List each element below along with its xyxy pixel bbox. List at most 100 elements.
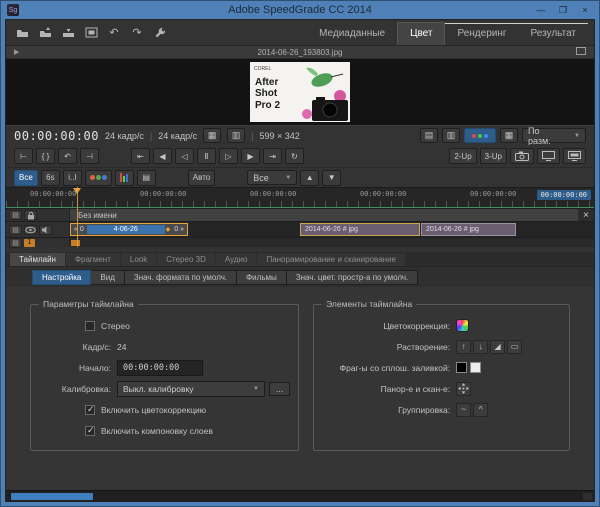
- close-timeline-icon[interactable]: ×: [578, 209, 594, 221]
- play-reverse-button[interactable]: ◁: [175, 148, 194, 164]
- scopes-button[interactable]: ▦: [500, 128, 518, 143]
- tab-color[interactable]: Цвет: [397, 22, 445, 45]
- play-button[interactable]: ▷: [219, 148, 238, 164]
- visibility-eye-icon[interactable]: [24, 225, 37, 235]
- subtab-view[interactable]: Вид: [90, 270, 124, 285]
- viewer-collapse-icon[interactable]: ▶: [14, 48, 19, 56]
- six-seconds-button[interactable]: 6s: [41, 170, 60, 186]
- save-project-icon[interactable]: [35, 24, 55, 42]
- scrollbar-thumb[interactable]: [11, 493, 93, 500]
- pause-button[interactable]: Ⅱ: [197, 148, 216, 164]
- track-up-button[interactable]: ▲: [300, 170, 319, 186]
- tab-pan-scan[interactable]: Панорамирование и сканирование: [257, 253, 405, 266]
- tab-result[interactable]: Результат: [519, 23, 588, 45]
- track-down-button[interactable]: ▼: [322, 170, 341, 186]
- clip-in-handle[interactable]: « 0: [71, 226, 87, 233]
- marker-track-area[interactable]: [70, 238, 594, 247]
- open-project-icon[interactable]: [12, 24, 32, 42]
- mark-out-button[interactable]: ⊣: [80, 148, 99, 164]
- reset-range-button[interactable]: ↶: [58, 148, 77, 164]
- rgb-channels-button[interactable]: [464, 128, 496, 143]
- viewer-canvas[interactable]: COREL After Shot Pro 2: [6, 59, 594, 125]
- color-correction-icon[interactable]: [456, 319, 469, 332]
- horizontal-scrollbar[interactable]: [6, 490, 594, 501]
- enable-layers-checkbox[interactable]: [85, 426, 95, 436]
- timeline-clip[interactable]: 2014-06-26 # jpg: [300, 223, 420, 236]
- three-up-button[interactable]: 3-Up: [480, 148, 507, 164]
- show-all-button[interactable]: Все: [14, 170, 38, 186]
- white-swatch[interactable]: [470, 362, 481, 373]
- track-filter-select[interactable]: Все ▼: [247, 170, 297, 185]
- tab-render[interactable]: Рендеринг: [445, 23, 518, 45]
- snapshot-icon[interactable]: [81, 24, 101, 42]
- zoom-level-select[interactable]: По разм. ▼: [522, 128, 586, 143]
- subtab-colorspace-defaults[interactable]: Знач. цвет. простр-а по умолч.: [286, 270, 419, 285]
- in-out-range-button[interactable]: i..l: [63, 170, 82, 186]
- subtab-format-defaults[interactable]: Знач. формата по умолч.: [124, 270, 237, 285]
- split-view-button[interactable]: ▥: [442, 128, 460, 143]
- ruler-end-timecode: 00:00:00:00: [537, 190, 591, 200]
- audio-speaker-icon[interactable]: [39, 225, 52, 235]
- pan-scan-icon[interactable]: [456, 382, 471, 396]
- mask-mode-icon[interactable]: ▥: [227, 128, 245, 143]
- track-menu-icon[interactable]: ▤: [9, 210, 22, 220]
- display-mode-icon[interactable]: ▦: [203, 128, 221, 143]
- step-back-button[interactable]: ◀: [153, 148, 172, 164]
- loop-button[interactable]: ↻: [285, 148, 304, 164]
- dip-dissolve-icon[interactable]: ▭: [507, 340, 522, 354]
- two-up-button[interactable]: 2-Up: [449, 148, 476, 164]
- layers-button[interactable]: ▤: [137, 170, 156, 186]
- tab-timeline[interactable]: Таймлайн: [10, 253, 65, 266]
- track-menu-icon[interactable]: ▤: [9, 238, 22, 248]
- color-wheels-button[interactable]: [85, 170, 112, 186]
- selected-clip[interactable]: « 0 4-06-26 ◆ 0 »: [70, 223, 188, 236]
- channels-view-button[interactable]: ▤: [420, 128, 438, 143]
- group-arc-icon[interactable]: ^: [473, 403, 488, 417]
- clip-track-area[interactable]: « 0 4-06-26 ◆ 0 » 2014-06-26 # jpg 2014-…: [70, 222, 594, 237]
- close-button[interactable]: ×: [575, 3, 595, 17]
- calibration-select[interactable]: Выкл. калибровку ▼: [117, 381, 265, 397]
- tab-audio[interactable]: Аудио: [216, 253, 257, 266]
- calibration-more-button[interactable]: ...: [269, 382, 290, 396]
- tab-look[interactable]: Look: [121, 253, 156, 266]
- black-swatch[interactable]: [456, 362, 467, 373]
- subtab-setup[interactable]: Настройка: [32, 270, 91, 285]
- cross-dissolve-icon[interactable]: ◢: [490, 340, 505, 354]
- rgb-sliders-button[interactable]: [115, 170, 134, 186]
- fade-out-icon[interactable]: ↓: [473, 340, 488, 354]
- tab-stereo3d[interactable]: Стерео 3D: [157, 253, 215, 266]
- restore-button[interactable]: ❐: [553, 3, 573, 17]
- tab-mediadata[interactable]: Медиаданные: [307, 23, 397, 45]
- mark-in-button[interactable]: ⊢: [14, 148, 33, 164]
- fullscreen-display-button[interactable]: [563, 148, 586, 164]
- tab-fragment[interactable]: Фрагмент: [66, 253, 120, 266]
- enable-color-checkbox[interactable]: [85, 405, 95, 415]
- undo-icon[interactable]: ↶: [104, 24, 124, 42]
- titlebar[interactable]: Sg Adobe SpeedGrade CC 2014 — ❐ ×: [5, 1, 595, 19]
- fade-in-icon[interactable]: ↑: [456, 340, 471, 354]
- viewer-fit-icon[interactable]: [576, 47, 586, 57]
- step-forward-button[interactable]: ▶: [241, 148, 260, 164]
- track-menu-icon[interactable]: ▤: [9, 225, 22, 235]
- goto-end-button[interactable]: ⇥: [263, 148, 282, 164]
- start-timecode-input[interactable]: 00:00:00:00: [117, 360, 203, 376]
- dual-display-button[interactable]: [537, 148, 560, 164]
- minimize-button[interactable]: —: [531, 3, 551, 17]
- goto-start-button[interactable]: ⇤: [131, 148, 150, 164]
- clip-out-handle[interactable]: 0 »: [171, 226, 187, 233]
- subtab-films[interactable]: Фильмы: [236, 270, 287, 285]
- settings-wrench-icon[interactable]: [150, 24, 170, 42]
- track-name[interactable]: Без имени: [70, 209, 578, 221]
- snapshot-camera-button[interactable]: [510, 148, 534, 164]
- timeline-clip[interactable]: 2014-06-26 # jpg: [421, 223, 516, 236]
- load-look-icon[interactable]: [58, 24, 78, 42]
- group-wave-icon[interactable]: ~: [456, 403, 471, 417]
- redo-icon[interactable]: ↷: [127, 24, 147, 42]
- lock-icon[interactable]: [24, 210, 37, 220]
- clip-label: 4-06-26: [87, 225, 165, 234]
- auto-grade-button[interactable]: Авто: [188, 170, 215, 186]
- stereo-checkbox[interactable]: [85, 321, 95, 331]
- timeline-ruler[interactable]: 00:00:00:00 00:00:00:00 00:00:00:00 00:0…: [6, 187, 594, 207]
- mark-range-button[interactable]: { }: [36, 148, 55, 164]
- grade-marker[interactable]: [71, 240, 80, 246]
